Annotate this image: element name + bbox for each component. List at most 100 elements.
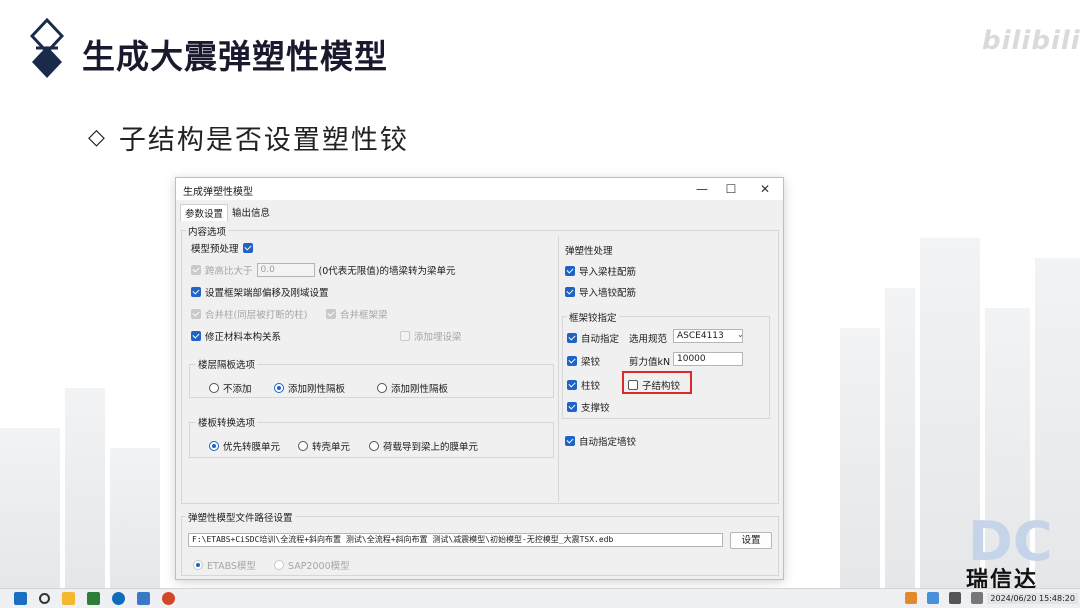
slide-subtitle-row: ◇ 子结构是否设置塑性铰 [88, 118, 409, 157]
add-embedded-checkbox[interactable] [400, 331, 410, 341]
city-background [885, 288, 915, 588]
merge-beam-label: 合并框架梁 [340, 310, 388, 321]
slab-membrane-label: 优先转膜单元 [223, 442, 281, 453]
tab-parameters[interactable]: 参数设置 [180, 204, 229, 221]
diaphragm-option-none[interactable]: 不添加 [209, 381, 252, 395]
sap2000-label: SAP2000模型 [288, 561, 350, 572]
span-ratio-checkbox[interactable] [191, 265, 201, 275]
battery-icon[interactable] [948, 592, 961, 604]
frame-offset-checkbox[interactable] [191, 287, 201, 297]
column-hinge-label: 柱铰 [581, 381, 601, 392]
dialog-titlebar[interactable]: 生成弹塑性模型 — ☐ ✕ [176, 178, 783, 200]
slab-shell-label: 转壳单元 [312, 442, 351, 453]
minimize-button[interactable]: — [690, 181, 714, 197]
tab-output[interactable]: 输出信息 [228, 204, 274, 221]
code-select-wrap: ASCE4113 [673, 329, 743, 343]
diaphragm-rigid-2-label: 添加刚性隔板 [391, 384, 449, 395]
slab-option-shell[interactable]: 转壳单元 [298, 439, 350, 453]
import-beam-col-row: 导入梁柱配筋 [565, 264, 636, 278]
generate-model-dialog: 生成弹塑性模型 — ☐ ✕ 参数设置 输出信息 内容选项 模型预处理 跨高比大于… [175, 177, 784, 580]
powerpoint-icon[interactable] [162, 592, 175, 605]
plastic-section-label: 弹塑性处理 [565, 246, 613, 257]
column-hinge-checkbox[interactable] [567, 380, 577, 390]
tray-app-icon[interactable] [904, 592, 917, 604]
span-ratio-note: (0代表无限值)的墙梁转为梁单元 [318, 266, 456, 277]
import-wall-label: 导入墙铰配筋 [579, 288, 637, 299]
frame-hinge-label: 框架铰指定 [567, 310, 619, 324]
maximize-button[interactable]: ☐ [719, 181, 743, 197]
city-background [0, 428, 60, 588]
import-wall-checkbox[interactable] [565, 287, 575, 297]
diamond-bullet-icon: ◇ [88, 125, 105, 150]
close-button[interactable]: ✕ [753, 181, 777, 197]
sap2000-option-row[interactable]: SAP2000模型 [274, 558, 350, 572]
merge-beam-checkbox[interactable] [326, 309, 336, 319]
file-explorer-icon[interactable] [62, 592, 75, 605]
etabs-radio[interactable] [193, 560, 203, 570]
network-icon[interactable] [926, 592, 939, 604]
dialog-title: 生成弹塑性模型 [183, 187, 253, 198]
volume-icon[interactable] [970, 592, 983, 604]
dialog-tabs: 参数设置 输出信息 [180, 204, 274, 221]
brace-hinge-row: 支撑铰 [567, 400, 610, 414]
merge-column-checkbox[interactable] [191, 309, 201, 319]
add-embedded-label: 添加埋设梁 [414, 332, 462, 343]
path-row: F:\ETABS+CiSDC培训\全流程+斜向布置 测试\全流程+斜向布置 测试… [188, 533, 723, 547]
beam-hinge-checkbox[interactable] [567, 356, 577, 366]
etabs-label: ETABS模型 [207, 561, 256, 572]
slide-title: 生成大震弹塑性模型 [82, 37, 388, 76]
slab-shell-radio[interactable] [298, 441, 308, 451]
auto-wall-hinge-row: 自动指定墙铰 [565, 434, 636, 448]
windows-start-icon[interactable] [14, 592, 27, 605]
diaphragm-option-rigid-2[interactable]: 添加刚性隔板 [377, 381, 448, 395]
brace-hinge-checkbox[interactable] [567, 402, 577, 412]
shear-label: 剪力值kN [629, 357, 671, 368]
preprocess-checkbox[interactable] [242, 243, 253, 253]
edge-icon[interactable] [112, 592, 125, 605]
diaphragm-none-radio[interactable] [209, 383, 219, 393]
fix-material-checkbox[interactable] [191, 331, 201, 341]
add-embedded-row: 添加埋设梁 [400, 329, 462, 343]
span-ratio-row: 跨高比大于 0.0 (0代表无限值)的墙梁转为梁单元 [191, 263, 455, 277]
merge-beam-row: 合并框架梁 [326, 307, 388, 321]
slab-option-load[interactable]: 荷载导到梁上的膜单元 [369, 439, 478, 453]
shear-input[interactable]: 10000 [673, 352, 743, 366]
auto-assign-checkbox[interactable] [567, 333, 577, 343]
mail-icon[interactable] [87, 592, 100, 605]
diaphragm-rigid-2-radio[interactable] [377, 383, 387, 393]
sap2000-radio[interactable] [274, 560, 284, 570]
span-ratio-input[interactable]: 0.0 [256, 263, 315, 277]
fix-material-row: 修正材料本构关系 [191, 329, 281, 343]
company-logo-icon [30, 18, 64, 78]
auto-wall-hinge-checkbox[interactable] [565, 436, 575, 446]
code-label: 选用规范 [629, 334, 668, 345]
slab-load-label: 荷载导到梁上的膜单元 [383, 442, 479, 453]
frame-offset-row: 设置框架端部偏移及刚域设置 [191, 285, 329, 299]
etabs-app-icon[interactable] [137, 592, 150, 605]
slab-membrane-radio[interactable] [209, 441, 219, 451]
diaphragm-rigid-label: 添加刚性隔板 [288, 384, 346, 395]
import-beam-col-checkbox[interactable] [565, 266, 575, 276]
etabs-option-row[interactable]: ETABS模型 [193, 558, 256, 572]
merge-column-label: 合并柱(同层被打断的柱) [205, 310, 308, 321]
chevron-down-icon[interactable]: ⌄ [737, 330, 744, 339]
vertical-divider [558, 236, 559, 502]
taskbar-clock[interactable]: 2024/06/20 15:48:20 [987, 593, 1078, 604]
slab-label: 楼板转换选项 [196, 415, 258, 429]
search-icon[interactable] [39, 593, 50, 604]
highlight-box [622, 371, 692, 394]
beam-hinge-label: 梁铰 [581, 357, 601, 368]
windows-taskbar: 中 2024/06/20 15:48:20 [0, 588, 1080, 608]
city-background [65, 388, 105, 588]
code-select[interactable]: ASCE4113 [673, 329, 743, 343]
diaphragm-none-label: 不添加 [223, 384, 252, 395]
diaphragm-rigid-radio[interactable] [274, 383, 284, 393]
set-path-button[interactable]: 设置 [730, 532, 772, 549]
path-input[interactable]: F:\ETABS+CiSDC培训\全流程+斜向布置 测试\全流程+斜向布置 测试… [188, 533, 723, 547]
diaphragm-option-rigid[interactable]: 添加刚性隔板 [274, 381, 345, 395]
fix-material-label: 修正材料本构关系 [205, 332, 282, 343]
slab-load-radio[interactable] [369, 441, 379, 451]
slab-option-membrane[interactable]: 优先转膜单元 [209, 439, 280, 453]
city-background [110, 448, 160, 588]
beam-hinge-row: 梁铰 [567, 354, 600, 368]
